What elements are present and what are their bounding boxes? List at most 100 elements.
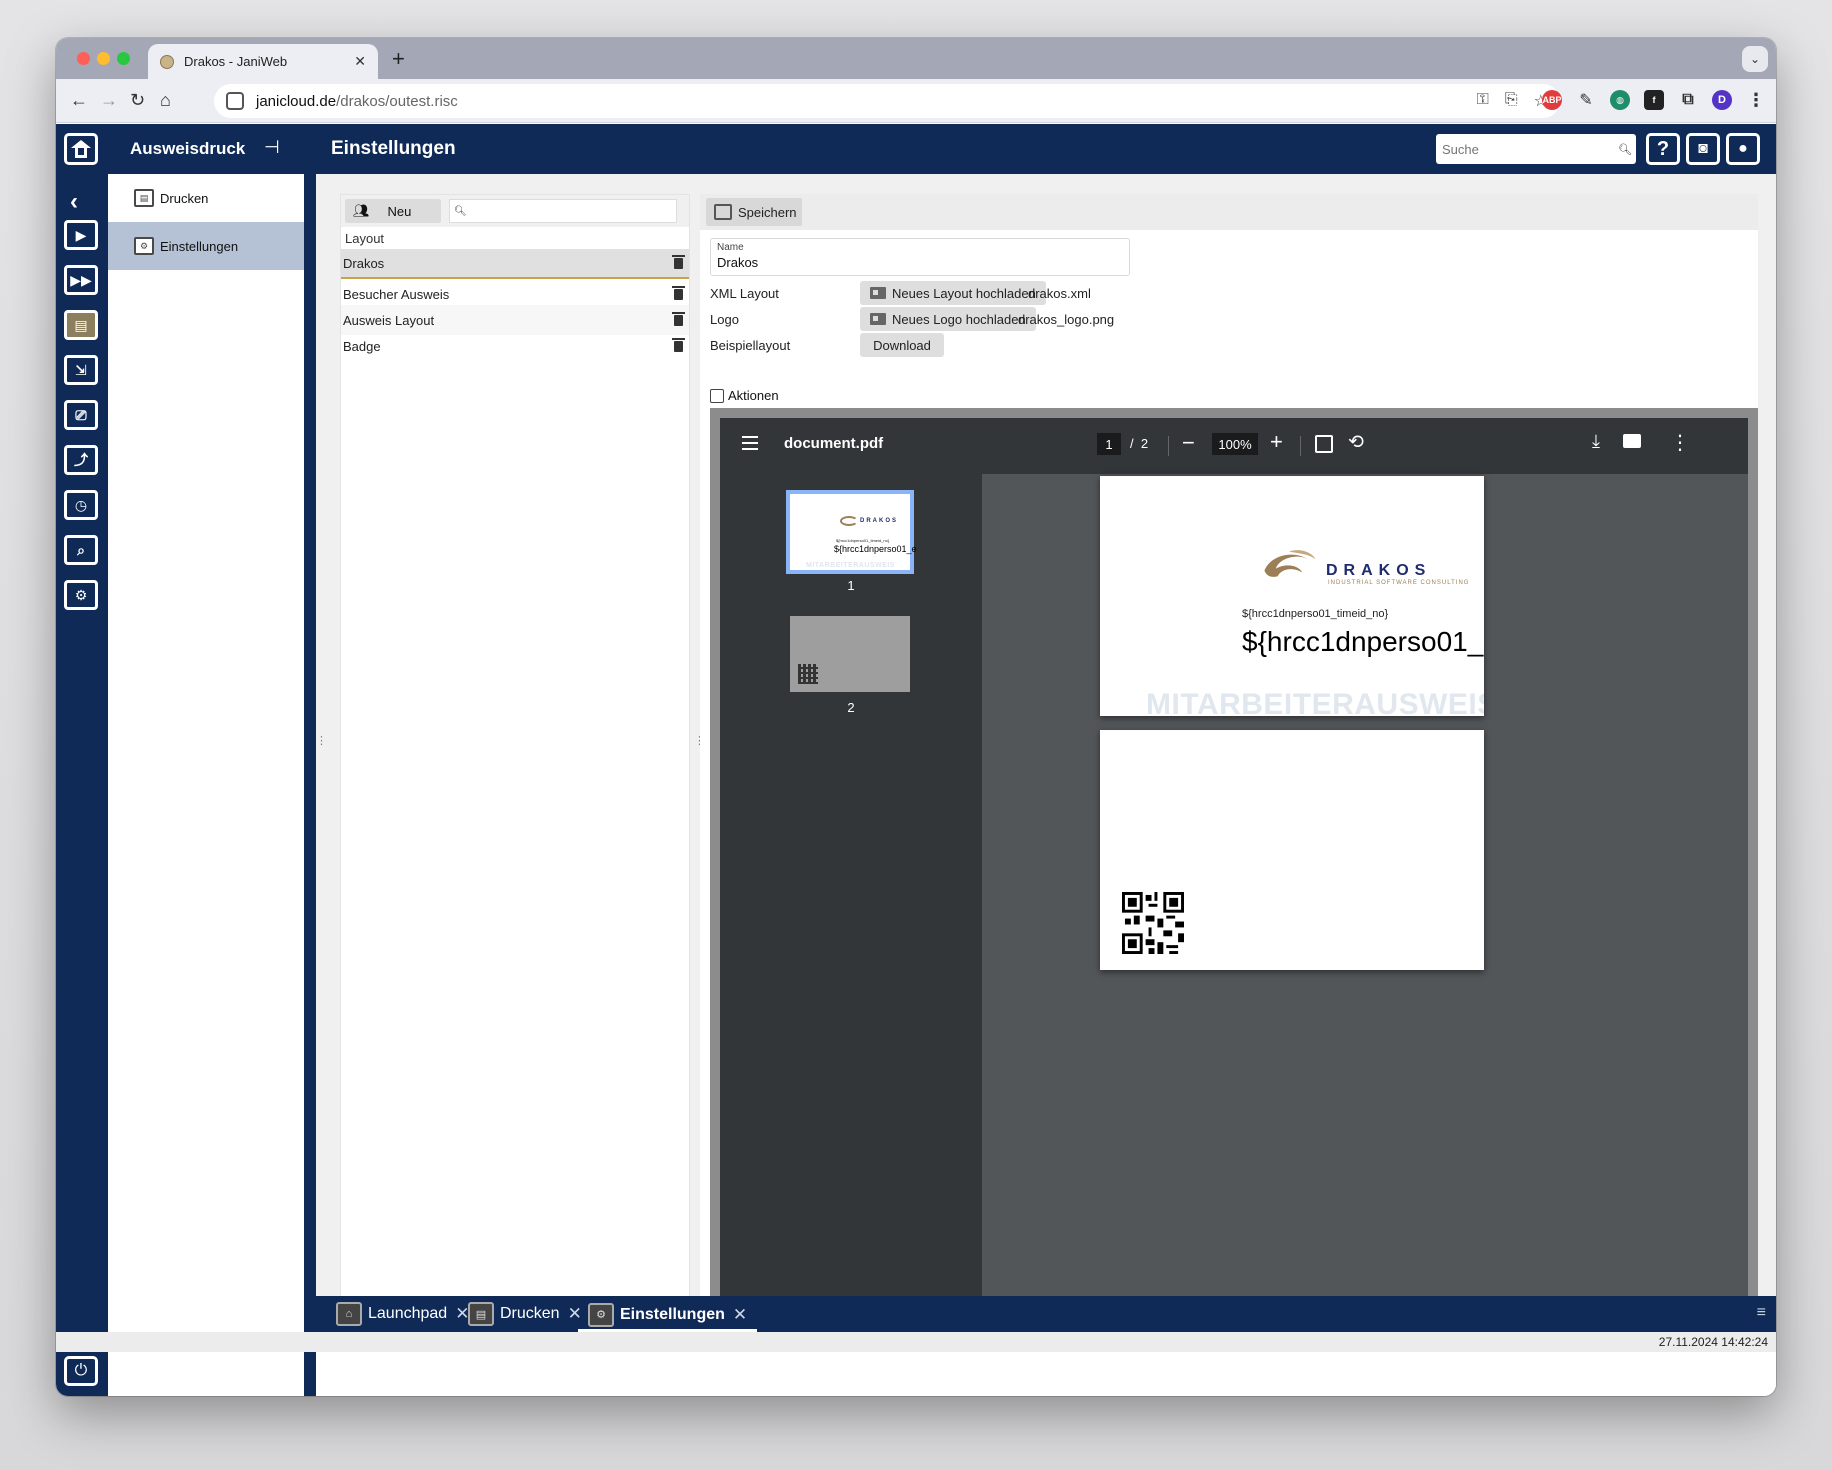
upload-logo-button[interactable]: Neues Logo hochladen (860, 307, 1036, 331)
left-rail: ‹ ▶ ▶▶ ▤ ⇲ ⎚ ⤴ ◷ ⌕ ⚙ ⏻ (56, 174, 108, 1396)
rail-exit-runner-icon[interactable]: ⤴ (64, 445, 98, 475)
question-icon: ? (1656, 137, 1670, 160)
home-icon[interactable]: ⌂ (160, 90, 171, 110)
power-icon[interactable]: ⏻ (64, 1356, 98, 1386)
minimize-window-button[interactable] (97, 52, 110, 65)
pdf-thumbnail-2[interactable] (790, 616, 910, 692)
tab-close-icon[interactable]: ✕ (354, 53, 366, 70)
globe-extension-icon[interactable]: ◍ (1610, 90, 1630, 110)
rotate-icon[interactable]: ⟲ (1348, 431, 1364, 454)
global-search[interactable]: 🔍︎ (1436, 134, 1636, 164)
trash-icon[interactable] (672, 337, 685, 352)
more-options-icon[interactable]: ⋮ (1670, 430, 1690, 455)
maximize-window-button[interactable] (117, 52, 130, 65)
print-icon: ▤ (134, 189, 154, 207)
logo-subtext: INDUSTRIAL SOFTWARE CONSULTING (1328, 580, 1470, 586)
hamburger-menu-icon[interactable]: ≡ (1757, 1304, 1766, 1322)
user-button[interactable]: ● (1726, 133, 1760, 165)
close-window-button[interactable] (77, 52, 90, 65)
name-field-value[interactable]: Drakos (717, 255, 1123, 270)
launchpad-home-button[interactable] (64, 133, 98, 165)
list-item[interactable]: Drakos (341, 249, 689, 279)
f-extension-icon[interactable]: f (1644, 90, 1664, 110)
list-toolbar: 👥︎ Neu 🔍︎ (341, 195, 689, 227)
browser-menu-icon[interactable]: ⋮ (1746, 90, 1766, 110)
placeholder-field-small: ${hrcc1dnperso01_timeid_no} (1242, 608, 1389, 620)
new-tab-button[interactable]: + (392, 46, 405, 72)
close-icon[interactable]: ✕ (733, 1305, 747, 1325)
chat-bubble-icon: ◙ (1698, 140, 1708, 157)
zoom-out-icon[interactable]: − (1182, 430, 1195, 456)
profile-avatar[interactable]: D (1712, 90, 1732, 110)
help-button[interactable]: ? (1646, 133, 1680, 165)
sub-nav-item-einstellungen[interactable]: ⚙ Einstellungen (108, 222, 304, 270)
save-button[interactable]: Speichern (706, 198, 802, 226)
adblock-extension-icon[interactable]: ABP (1542, 90, 1562, 110)
url-text[interactable]: janicloud.de/drakos/outest.risc (256, 93, 458, 110)
task-tab-drucken[interactable]: ▤ Drucken ✕ (464, 1300, 586, 1328)
resize-handle[interactable]: ⋮ (316, 734, 327, 747)
rail-search-icon[interactable]: ⌕ (64, 535, 98, 565)
rail-enter-icon[interactable]: ⇲ (64, 355, 98, 385)
global-search-input[interactable] (1442, 141, 1618, 157)
resize-handle[interactable]: ⋮ (694, 734, 705, 747)
new-layout-button[interactable]: 👥︎ Neu (345, 199, 441, 223)
rail-monitor-icon[interactable]: ⎚ (64, 400, 98, 430)
logo-text: DRAKOS (1326, 562, 1432, 579)
watermark-text: MITARBEITERAUSWEIS (1146, 688, 1484, 716)
rail-badge-print-icon[interactable]: ▤ (64, 310, 98, 340)
menu-icon[interactable] (742, 436, 758, 450)
list-item[interactable]: Badge (341, 331, 689, 361)
print-icon[interactable] (1623, 434, 1641, 448)
reload-icon[interactable]: ↻ (130, 90, 145, 110)
pdf-thumbnail-1[interactable]: DRAKOS ${hrcc1dnperso01_timeid_no} ${hrc… (786, 490, 917, 574)
rail-fast-forward-icon[interactable]: ▶▶ (64, 265, 98, 295)
sub-nav-item-drucken[interactable]: ▤ Drucken (108, 174, 304, 222)
sub-nav-label: Drucken (160, 190, 209, 206)
site-settings-icon[interactable] (226, 92, 244, 110)
settings-gear-icon: ⚙ (588, 1302, 614, 1327)
rail-settings-gear-icon[interactable]: ⚙ (64, 580, 98, 610)
install-app-icon[interactable]: ⎘ (1505, 91, 1518, 111)
task-tab-einstellungen[interactable]: ⚙ Einstellungen ✕ (578, 1300, 758, 1332)
trash-icon[interactable] (672, 285, 685, 300)
drakos-logo-icon (840, 516, 858, 526)
trash-icon[interactable] (672, 254, 685, 269)
app-header: Ausweisdruck ⊣ Einstellungen 🔍︎ ? ◙ ● (56, 124, 1776, 174)
password-key-icon[interactable]: ⚿ (1477, 91, 1489, 111)
house-icon (71, 140, 91, 148)
back-arrow-icon[interactable]: ← (70, 90, 88, 110)
actions-section[interactable]: Aktionen (710, 388, 779, 403)
rail-play-icon[interactable]: ▶ (64, 220, 98, 250)
tab-strip: Drakos - JaniWeb ✕ + ⌄ (56, 38, 1776, 79)
chevron-left-icon[interactable]: ‹ (70, 188, 78, 216)
name-field[interactable]: Name Drakos (710, 238, 1130, 276)
tab-search-button[interactable]: ⌄ (1742, 46, 1768, 72)
task-tab-launchpad[interactable]: ⌂ Launchpad ✕ (332, 1300, 473, 1328)
zoom-in-icon[interactable]: + (1270, 429, 1283, 455)
pin-icon[interactable]: ⊣ (264, 137, 280, 158)
download-button[interactable]: Download (860, 333, 944, 357)
panel-divider (304, 174, 316, 1396)
download-icon[interactable]: ⤓ (1592, 431, 1600, 452)
chat-button[interactable]: ◙ (1686, 133, 1720, 165)
xml-layout-label: XML Layout (710, 286, 779, 301)
pdf-zoom-input[interactable]: 100% (1212, 433, 1258, 455)
upload-layout-button[interactable]: Neues Layout hochladen (860, 281, 1046, 305)
address-bar[interactable]: janicloud.de/drakos/outest.risc ⚿ ⎘ ☆ (214, 84, 1560, 118)
list-search-input[interactable]: 🔍︎ (449, 199, 677, 223)
pdf-page-input[interactable]: 1 (1097, 433, 1121, 455)
search-icon[interactable]: 🔍︎ (1618, 143, 1632, 156)
pdf-frame: document.pdf 1 / 2 − 100% + ⟲ ⤓ ⋮ DRAKOS… (710, 408, 1758, 1318)
pdf-page-total: / 2 (1130, 436, 1149, 451)
extensions-puzzle-icon[interactable]: ⧉ (1678, 90, 1698, 110)
trash-icon[interactable] (672, 311, 685, 326)
app-root: Ausweisdruck ⊣ Einstellungen 🔍︎ ? ◙ ● ‹ … (56, 124, 1776, 1396)
fit-page-icon[interactable] (1315, 435, 1333, 453)
thumbnail-page-number: 2 (847, 700, 855, 715)
browser-tab[interactable]: Drakos - JaniWeb ✕ (148, 44, 378, 79)
rail-clock-icon[interactable]: ◷ (64, 490, 98, 520)
forward-arrow-icon[interactable]: → (100, 90, 118, 110)
pdf-viewer: document.pdf 1 / 2 − 100% + ⟲ ⤓ ⋮ DRAKOS… (720, 418, 1748, 1312)
color-picker-extension-icon[interactable]: ✎ (1576, 90, 1596, 110)
